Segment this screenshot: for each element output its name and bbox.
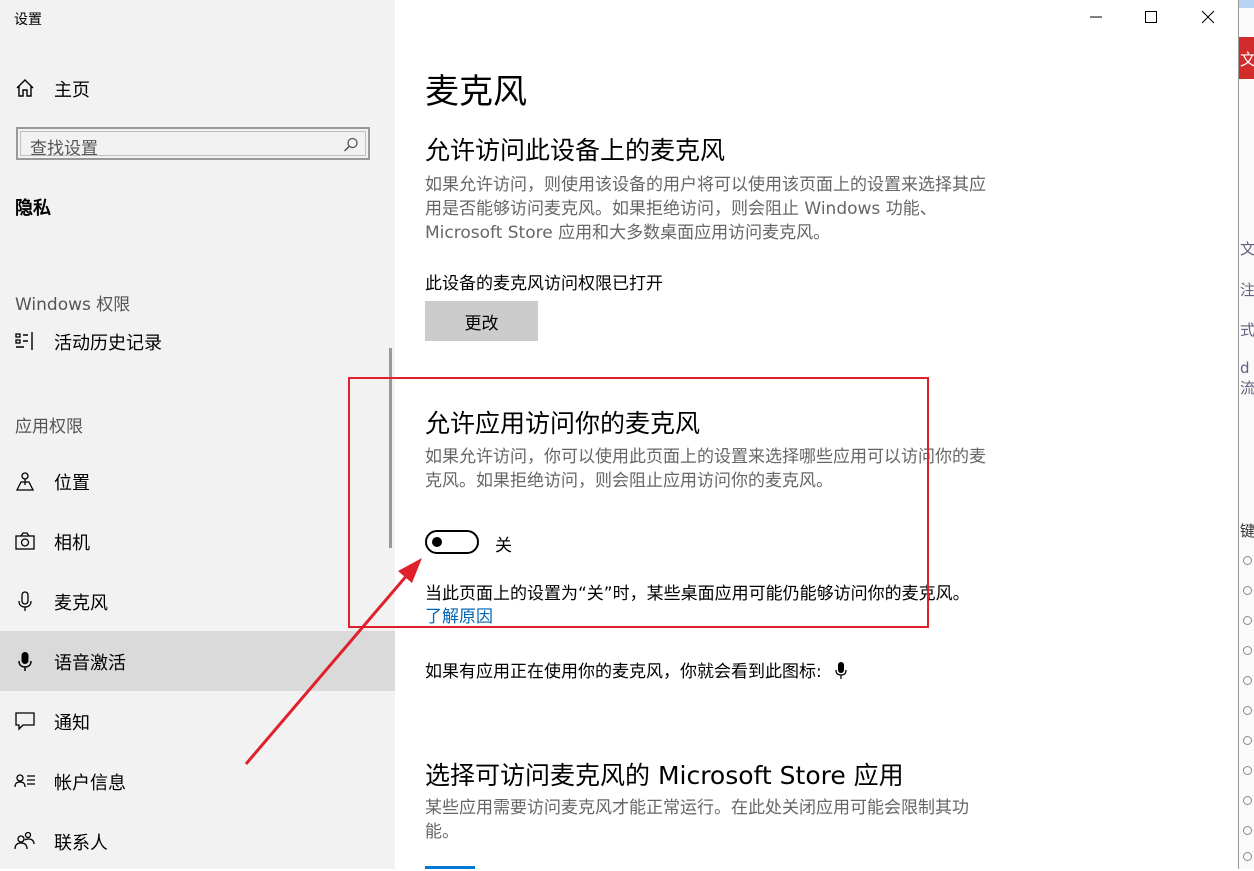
background-list-mark [1243,646,1252,655]
background-list-mark [1243,826,1252,835]
annotation-arrow [244,558,422,765]
background-char: 注 [1240,281,1254,299]
background-list-mark [1243,706,1252,715]
background-list-mark [1243,796,1252,805]
background-char: 式 [1240,321,1254,339]
background-list-mark [1243,676,1252,685]
background-char: d流 [1240,359,1254,397]
background-list-mark [1243,852,1252,861]
background-window-tab [1239,0,1254,8]
background-list-mark [1243,586,1252,595]
settings-window: 设置 主页 查找设置 隐私 Windows 权限 活动历史记录 应用权限 位置 … [0,0,1238,869]
background-list-mark [1243,766,1252,775]
background-window-badge: 文 [1239,37,1254,79]
background-list-mark [1243,736,1252,745]
background-char: 文 [1240,240,1254,258]
background-char: 键 [1240,522,1254,540]
background-char: 文 [1240,50,1254,69]
background-list-mark [1243,556,1252,565]
background-list-mark [1243,616,1252,625]
